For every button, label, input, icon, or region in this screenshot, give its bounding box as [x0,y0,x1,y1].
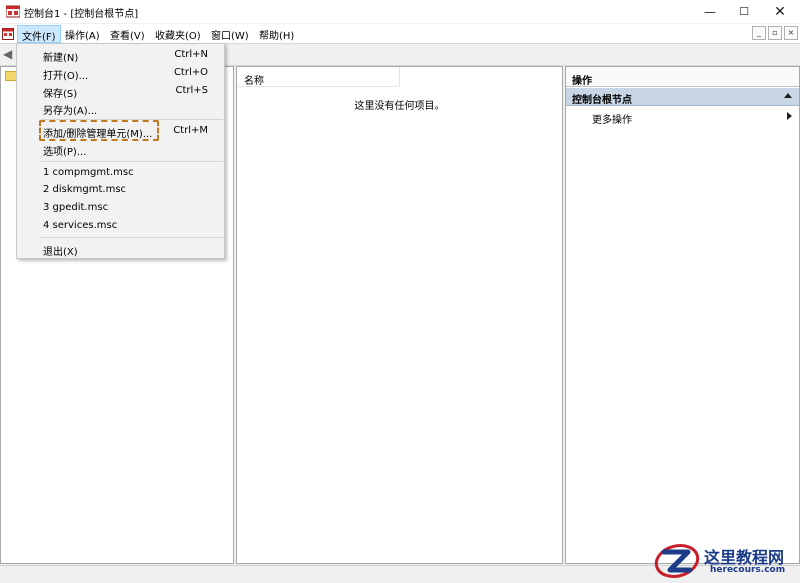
actions-section-header[interactable]: 控制台根节点 [566,88,799,106]
child-restore-button[interactable]: ▫ [768,26,782,40]
menu-separator [41,237,223,238]
submenu-arrow-icon [787,112,792,120]
more-actions-label: 更多操作 [592,115,632,126]
file-menu-dropdown: 新建(N) Ctrl+N 打开(O)... Ctrl+O 保存(S) Ctrl+… [16,43,225,259]
menu-separator [41,161,223,162]
menu-action[interactable]: 操作(A) [65,27,100,42]
menu-item-label: 打开(O)... [43,71,89,82]
mmc-app-icon [6,5,20,18]
console-doc-icon[interactable] [2,28,14,40]
results-pane: 名称 这里没有任何项目。 [236,66,563,564]
more-actions-item[interactable]: 更多操作 [566,108,799,126]
watermark-logo-icon [654,544,700,578]
menu-window[interactable]: 窗口(W) [211,27,249,42]
menu-item-exit[interactable]: 退出(X) [17,240,224,258]
menu-item-open[interactable]: 打开(O)... Ctrl+O [17,64,224,82]
menu-favorites[interactable]: 收藏夹(O) [155,27,201,42]
column-header-name[interactable]: 名称 [237,67,400,87]
maximize-button[interactable]: ☐ [726,0,762,24]
watermark-url: herecours.com [710,565,786,575]
menu-item-label: 选项(P)... [43,147,87,158]
menu-item-label: 新建(N) [43,53,79,64]
menu-item-recent-1[interactable]: 1 compmgmt.msc [17,164,224,182]
close-button[interactable]: ✕ [762,0,798,24]
minimize-button[interactable]: — [692,0,728,24]
menu-view[interactable]: 查看(V) [110,27,145,42]
menu-file[interactable]: 文件(F) [17,25,61,43]
menu-item-label: 1 compmgmt.msc [43,167,134,178]
actions-pane-title: 操作 [566,67,799,87]
menu-item-recent-3[interactable]: 3 gpedit.msc [17,199,224,217]
collapse-up-icon[interactable] [784,93,792,98]
menu-item-label: 另存为(A)... [43,106,98,117]
menu-bar: 文件(F) 操作(A) 查看(V) 收藏夹(O) 窗口(W) 帮助(H) _ ▫… [0,24,800,44]
title-bar: 控制台1 - [控制台根节点] — ☐ ✕ [0,0,800,24]
back-arrow-icon[interactable]: ◀ [3,47,12,61]
site-watermark: 这里教程网 herecours.com [654,540,800,583]
actions-section-label: 控制台根节点 [572,95,632,106]
menu-item-label: 退出(X) [43,247,78,258]
menu-item-shortcut: Ctrl+O [173,67,208,78]
actions-pane: 操作 控制台根节点 更多操作 [565,66,800,564]
menu-item-recent-4[interactable]: 4 services.msc [17,217,224,235]
menu-item-label: 保存(S) [43,89,78,100]
menu-item-label: 3 gpedit.msc [43,202,109,213]
menu-item-options[interactable]: 选项(P)... [17,140,224,158]
menu-item-recent-2[interactable]: 2 diskmgmt.msc [17,181,224,199]
menu-item-shortcut: Ctrl+N [174,49,208,60]
menu-help[interactable]: 帮助(H) [259,27,294,42]
menu-item-save-as[interactable]: 另存为(A)... [17,99,224,117]
empty-message: 这里没有任何项目。 [354,101,445,112]
menu-item-label: 4 services.msc [43,220,118,231]
menu-item-new[interactable]: 新建(N) Ctrl+N [17,46,224,64]
window-title: 控制台1 - [控制台根节点] [24,9,139,20]
column-header-label: 名称 [244,76,264,87]
menu-item-shortcut: Ctrl+M [173,125,208,136]
menu-item-save[interactable]: 保存(S) Ctrl+S [17,82,224,100]
annotation-highlight-box [39,120,159,141]
menu-item-shortcut: Ctrl+S [175,85,208,96]
child-minimize-button[interactable]: _ [752,26,766,40]
actions-title-label: 操作 [572,76,592,87]
menu-item-label: 2 diskmgmt.msc [43,184,127,195]
child-close-button[interactable]: × [784,26,798,40]
